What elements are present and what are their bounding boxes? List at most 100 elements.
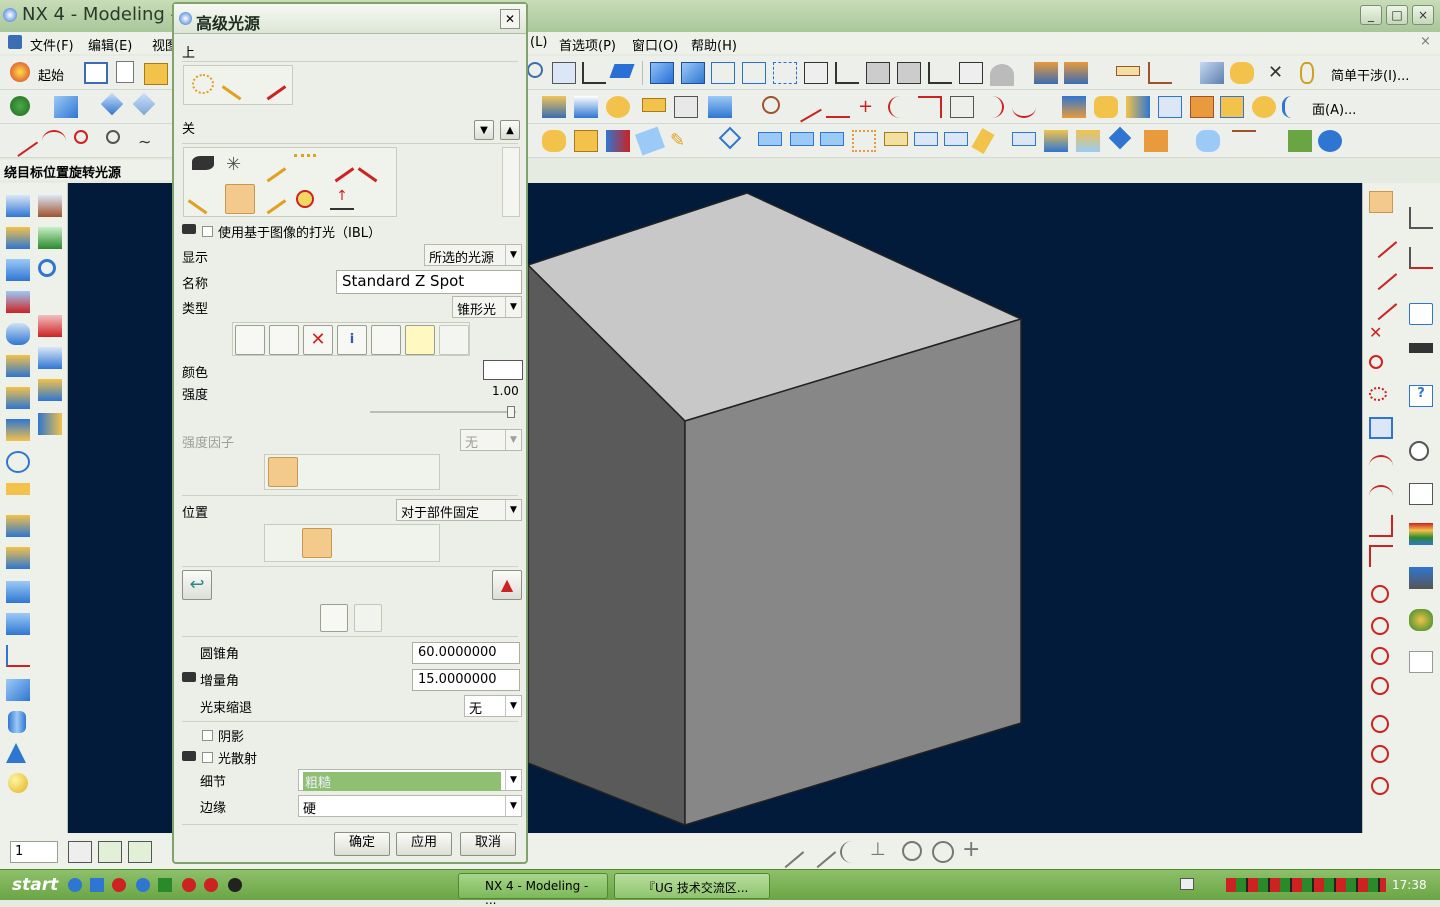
surface-g-icon[interactable] bbox=[944, 132, 968, 146]
light-dir-1-icon[interactable] bbox=[255, 151, 287, 183]
curve-4-icon[interactable]: + bbox=[858, 96, 882, 118]
curve-7-icon[interactable] bbox=[950, 96, 974, 118]
right-line-1-icon[interactable] bbox=[1364, 225, 1398, 259]
left-tool-10-icon[interactable] bbox=[6, 483, 30, 495]
dialog-close-button[interactable]: ✕ bbox=[500, 9, 520, 29]
surface-tools-5-icon[interactable] bbox=[674, 96, 698, 118]
surface-b-icon[interactable] bbox=[790, 132, 814, 146]
left-tool-b4-icon[interactable] bbox=[38, 315, 62, 337]
menu-window[interactable]: 窗口(O) bbox=[632, 35, 678, 54]
left-tool-11-icon[interactable] bbox=[6, 515, 30, 537]
left-tool-9-icon[interactable] bbox=[6, 451, 30, 473]
light-eye-icon[interactable] bbox=[192, 156, 214, 170]
task-nx-modeling[interactable]: NX 4 - Modeling - ... bbox=[458, 873, 608, 907]
web-browser-icon[interactable] bbox=[1409, 303, 1433, 325]
cone-icon[interactable] bbox=[6, 743, 26, 763]
falloff-none-button[interactable] bbox=[268, 457, 298, 487]
view-left-icon[interactable] bbox=[897, 62, 921, 84]
task-ug-forum[interactable]: 『UG 技术交流区... bbox=[614, 873, 770, 899]
left-tool-6-icon[interactable] bbox=[6, 355, 30, 377]
mesh-e-icon[interactable] bbox=[1144, 130, 1168, 152]
interference-icon[interactable]: ✕ bbox=[1268, 62, 1292, 84]
quicklaunch-ie-icon[interactable] bbox=[68, 878, 82, 892]
point-icon[interactable] bbox=[74, 130, 88, 144]
mesh-b-icon[interactable] bbox=[1044, 130, 1068, 152]
right-arc-2-icon[interactable] bbox=[1369, 387, 1387, 401]
history-icon[interactable] bbox=[1409, 441, 1429, 461]
layer-settings-icon[interactable] bbox=[1064, 62, 1088, 84]
collapse-button[interactable]: ▲ bbox=[492, 570, 522, 600]
light-dir-6-icon[interactable] bbox=[255, 183, 287, 215]
curve-3-icon[interactable] bbox=[826, 96, 850, 118]
assemblies-icon[interactable] bbox=[84, 62, 108, 84]
curve-5-icon[interactable] bbox=[888, 96, 912, 118]
left-tool-b6-icon[interactable] bbox=[38, 379, 62, 401]
menu-close-icon[interactable]: × bbox=[1420, 34, 1431, 49]
green-tool-icon[interactable] bbox=[1288, 130, 1312, 152]
new-file-icon[interactable] bbox=[116, 61, 134, 83]
type-dropdown[interactable]: 锥形光 ▼ bbox=[452, 296, 522, 318]
layer-tool-3-icon[interactable] bbox=[128, 841, 152, 863]
scatter-checkbox[interactable] bbox=[202, 752, 213, 763]
spline-icon[interactable] bbox=[106, 130, 120, 144]
left-tool-b2-icon[interactable] bbox=[38, 227, 62, 249]
right-arc-3-icon[interactable] bbox=[1369, 455, 1393, 477]
extrude-icon[interactable] bbox=[54, 96, 78, 118]
right-circle-3-icon[interactable] bbox=[1371, 647, 1389, 665]
face-label[interactable]: 面(A)... bbox=[1312, 99, 1356, 118]
training-icon[interactable] bbox=[1409, 343, 1433, 353]
hand-move-button[interactable] bbox=[336, 528, 366, 558]
left-tool-7-icon[interactable] bbox=[6, 387, 30, 409]
quicklaunch-desktop-icon[interactable] bbox=[90, 878, 104, 892]
bulb-button[interactable] bbox=[405, 325, 435, 355]
name-input[interactable]: Standard Z Spot bbox=[336, 270, 522, 294]
quicklaunch-app5-icon[interactable] bbox=[204, 878, 218, 892]
tool-3a-icon[interactable] bbox=[542, 130, 566, 152]
menu-edit[interactable]: 编辑(E) bbox=[88, 35, 132, 54]
intensity-slider-track[interactable] bbox=[370, 411, 516, 413]
start-icon[interactable] bbox=[10, 62, 30, 82]
add-point-button[interactable] bbox=[320, 604, 348, 632]
left-tool-13-icon[interactable] bbox=[6, 581, 30, 603]
tool-3d-icon[interactable] bbox=[634, 126, 666, 156]
edit-feature-6-icon[interactable] bbox=[1220, 96, 1244, 118]
surface-a-icon[interactable] bbox=[758, 132, 782, 146]
measure-angle-icon[interactable] bbox=[1148, 62, 1172, 84]
feature2-icon[interactable] bbox=[132, 92, 156, 116]
check-icon[interactable] bbox=[1230, 62, 1254, 84]
surface-f-icon[interactable] bbox=[914, 132, 938, 146]
start-button-label[interactable]: 起始 bbox=[38, 65, 64, 84]
right-pin-icon[interactable] bbox=[1369, 191, 1393, 213]
assembly-navigator-icon[interactable] bbox=[1409, 207, 1433, 229]
right-line-2-icon[interactable] bbox=[1364, 257, 1398, 291]
view-shaded-icon[interactable] bbox=[681, 62, 705, 84]
left-tool-b5-icon[interactable] bbox=[38, 347, 62, 369]
surface-d-icon[interactable] bbox=[852, 130, 876, 152]
layers-icon[interactable] bbox=[1034, 62, 1058, 84]
falloff-quad-button[interactable] bbox=[336, 457, 366, 487]
part-navigator-icon[interactable] bbox=[1409, 247, 1433, 269]
right-circle-2-icon[interactable] bbox=[1371, 617, 1389, 635]
display-dropdown[interactable]: 所选的光源 ▼ bbox=[424, 244, 522, 266]
light-center-icon[interactable] bbox=[296, 190, 314, 208]
light-spot2-on-icon[interactable] bbox=[255, 69, 287, 101]
tool-3e-icon[interactable]: ✎ bbox=[670, 130, 694, 152]
light-dir-4-icon[interactable] bbox=[357, 151, 389, 183]
sphere-icon[interactable] bbox=[8, 773, 28, 793]
view-wire-dim-icon[interactable] bbox=[773, 62, 797, 84]
apply-button[interactable]: 应用 bbox=[396, 832, 452, 856]
right-circle-6-icon[interactable] bbox=[1371, 745, 1389, 763]
left-tool-12-icon[interactable] bbox=[6, 547, 30, 569]
dialog-title-bar[interactable]: 高级光源 ✕ bbox=[174, 4, 526, 34]
left-tool-1-icon[interactable] bbox=[6, 195, 30, 217]
surface-e-icon[interactable] bbox=[884, 132, 908, 146]
minimize-button[interactable]: _ bbox=[1360, 5, 1382, 25]
right-corner-1-icon[interactable] bbox=[1369, 515, 1393, 537]
view-right-icon[interactable] bbox=[866, 62, 890, 84]
right-circle-7-icon[interactable] bbox=[1371, 777, 1389, 795]
hand-rotate-button[interactable] bbox=[370, 528, 400, 558]
delta-angle-input[interactable]: 15.0000000 bbox=[412, 669, 520, 691]
ibl-checkbox[interactable] bbox=[202, 226, 213, 237]
reset-light-button[interactable] bbox=[371, 325, 401, 355]
reset-position-button[interactable]: ↩ bbox=[182, 570, 212, 600]
